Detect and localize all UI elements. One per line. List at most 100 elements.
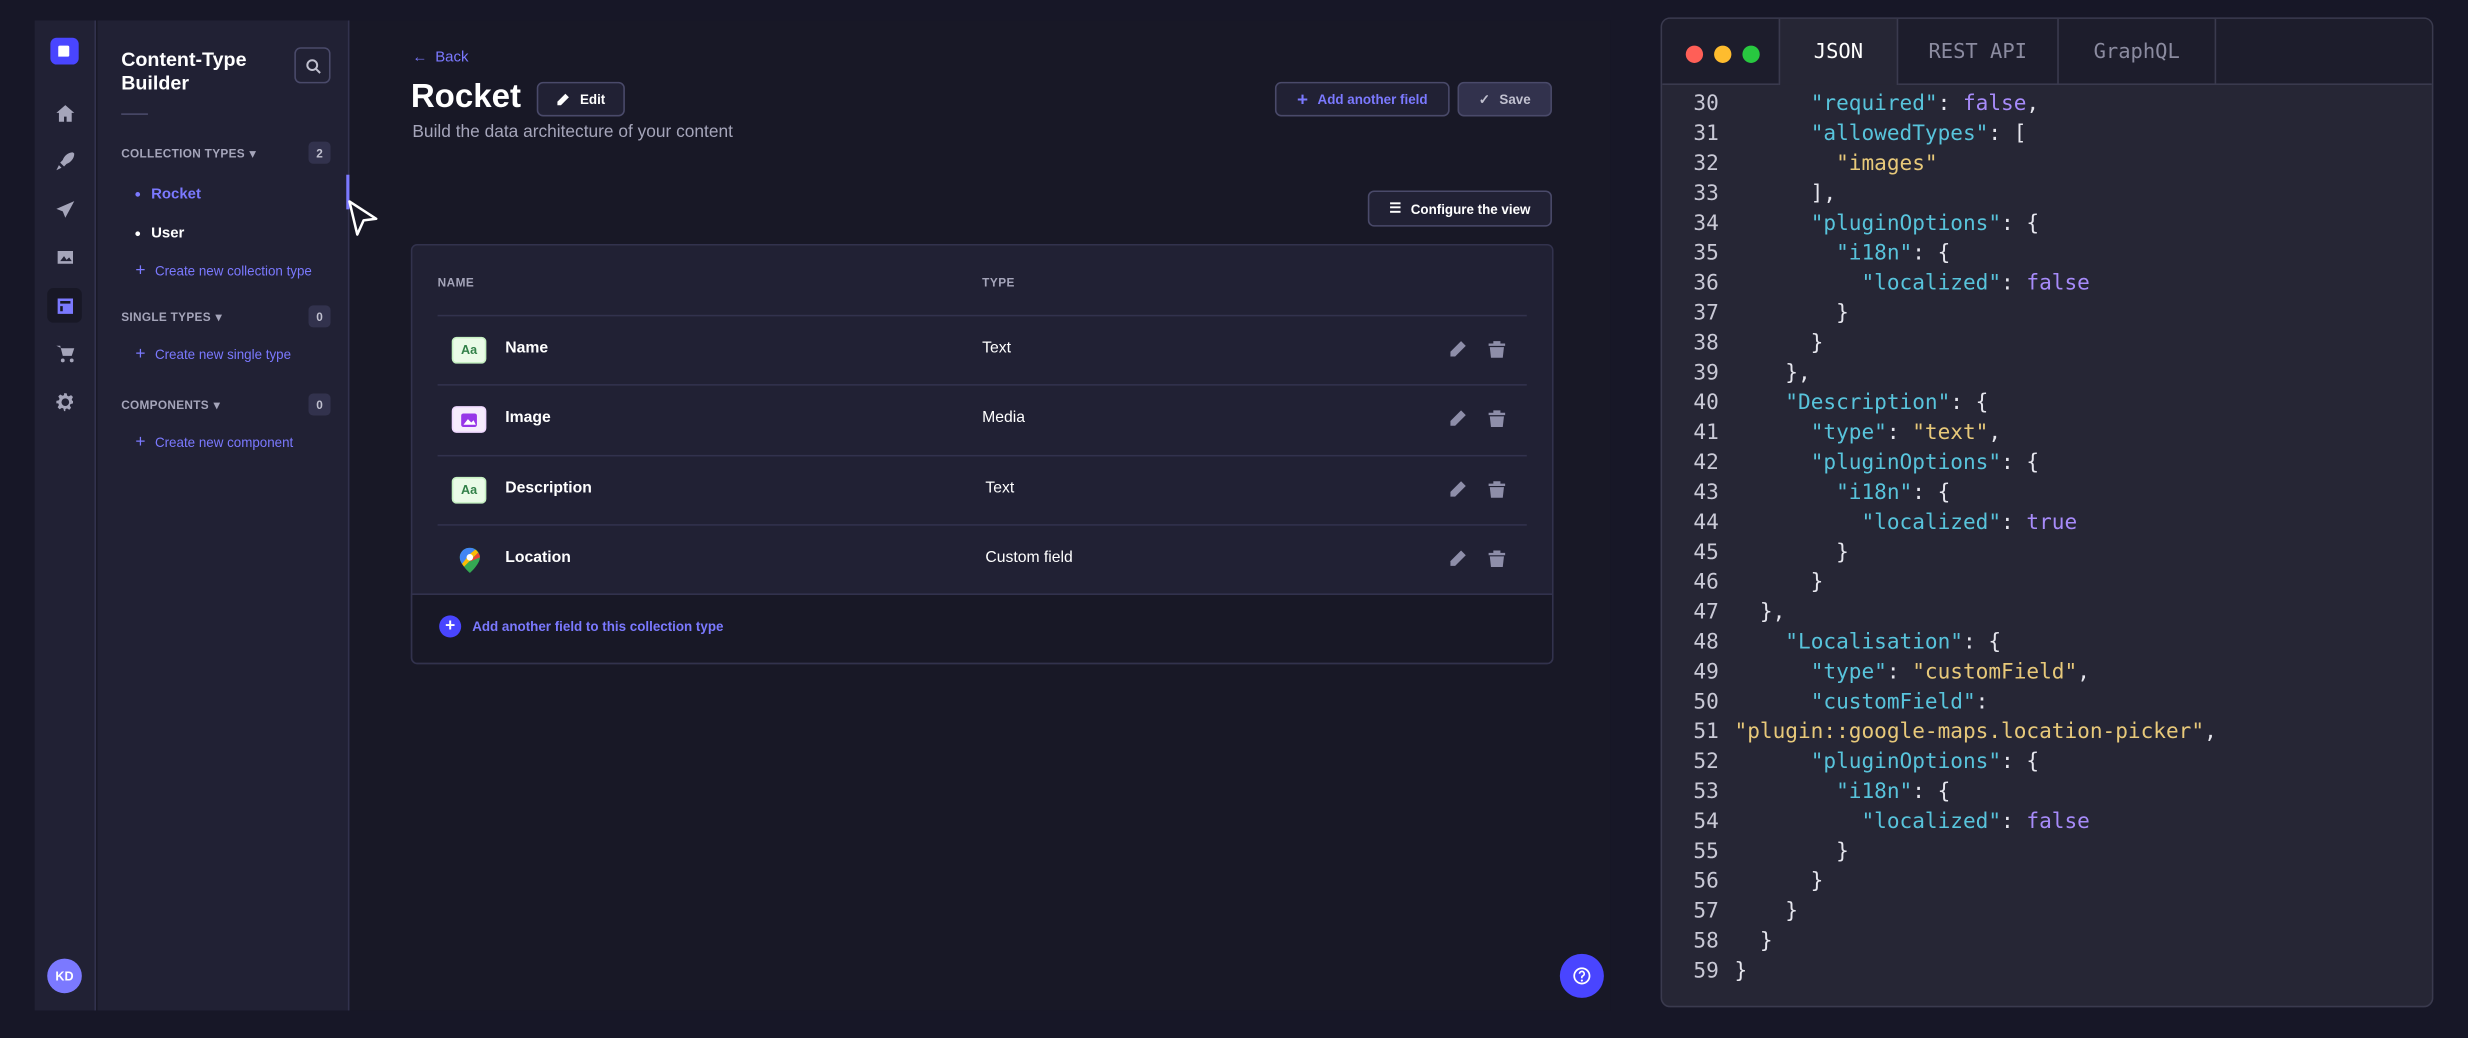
line-number: 56 — [1693, 870, 1719, 895]
chevron-down-icon: ▾ — [215, 310, 222, 325]
line-number: 44 — [1693, 511, 1719, 536]
divider — [121, 113, 148, 115]
tab-graphql[interactable]: GraphQL — [2059, 18, 2217, 85]
line-content: "pluginOptions": { — [1810, 750, 2040, 775]
sidebar-item-label: Rocket — [151, 185, 201, 204]
configure-view-button[interactable]: ☰ Configure the view — [1367, 190, 1552, 227]
content-type-builder-icon[interactable] — [47, 288, 82, 323]
create-single-type-link[interactable]: + Create new single type — [135, 344, 292, 364]
line-content: } — [1734, 302, 1849, 326]
line-content: } — [1734, 332, 1824, 356]
pencil-icon[interactable] — [1448, 480, 1467, 499]
pencil-icon — [558, 92, 570, 105]
add-another-field-button[interactable]: + Add another field — [1274, 81, 1450, 117]
section-components[interactable]: COMPONENTS ▾ — [121, 398, 220, 412]
create-component-link[interactable]: + Create new component — [135, 432, 294, 452]
column-header-type: TYPE — [982, 275, 1015, 290]
section-single-types[interactable]: SINGLE TYPES ▾ — [121, 310, 222, 324]
window-controls — [1685, 45, 1760, 63]
line-number: 49 — [1693, 661, 1719, 685]
trash-icon[interactable] — [1487, 409, 1506, 428]
back-label: Back — [435, 48, 469, 67]
tab-rest-api[interactable]: REST API — [1898, 18, 2059, 85]
pencil-icon[interactable] — [1448, 549, 1467, 568]
code-line: 32 "images" — [1662, 150, 2432, 180]
line-content: ], — [1734, 182, 1837, 207]
media-field-icon — [451, 406, 487, 433]
plus-icon: + — [135, 432, 146, 452]
bullet-icon — [135, 231, 141, 237]
code-line: 56 } — [1662, 867, 2432, 897]
settings-icon[interactable] — [47, 384, 82, 419]
plus-circle-icon: + — [439, 615, 462, 638]
media-library-icon[interactable] — [47, 239, 82, 274]
pencil-icon[interactable] — [1448, 340, 1467, 359]
code-window-header: JSON REST API GraphQL — [1662, 18, 2432, 85]
section-label: COMPONENTS — [121, 398, 209, 413]
marketplace-icon[interactable] — [47, 335, 82, 370]
line-number: 33 — [1693, 182, 1719, 207]
table-row[interactable]: Aa Description Text — [437, 454, 1527, 524]
line-number: 51 — [1693, 720, 1719, 745]
plus-icon: + — [135, 261, 146, 281]
create-label: Create new component — [154, 434, 294, 451]
back-link[interactable]: ← Back — [412, 49, 468, 66]
section-collection-types[interactable]: COLLECTION TYPES ▾ — [121, 146, 256, 160]
save-button[interactable]: ✓ Save — [1457, 81, 1552, 117]
content-manager-icon[interactable] — [47, 143, 82, 178]
line-content: } — [1734, 870, 1824, 895]
line-content: } — [1734, 541, 1849, 566]
code-line: 37 } — [1662, 299, 2432, 329]
text-field-icon: Aa — [451, 476, 487, 504]
trash-icon[interactable] — [1487, 340, 1506, 359]
question-icon — [1573, 967, 1591, 985]
line-content: }, — [1734, 601, 1786, 625]
maximize-window-icon[interactable] — [1742, 45, 1760, 63]
field-type: Text — [982, 339, 1012, 358]
line-content: "i18n": { — [1836, 780, 1951, 805]
line-content: "type": "text", — [1810, 421, 2002, 446]
main-nav-rail: KD — [34, 20, 97, 1011]
line-content: "allowedTypes": [ — [1810, 122, 2027, 147]
subnav-search-button[interactable] — [294, 47, 331, 84]
minimize-window-icon[interactable] — [1714, 45, 1732, 63]
edit-label: Edit — [579, 91, 606, 108]
trash-icon[interactable] — [1487, 480, 1506, 499]
edit-button[interactable]: Edit — [536, 81, 625, 117]
add-field-to-collection-button[interactable]: + Add another field to this collection t… — [439, 615, 723, 638]
trash-icon[interactable] — [1487, 549, 1506, 568]
tab-json[interactable]: JSON — [1778, 18, 1899, 85]
user-avatar[interactable]: KD — [47, 958, 82, 994]
line-number: 59 — [1693, 960, 1719, 984]
line-number: 30 — [1693, 92, 1719, 117]
add-field-label: Add another field — [1317, 91, 1428, 108]
code-line: 39 }, — [1662, 359, 2432, 389]
code-line: 49 "type": "customField", — [1662, 658, 2432, 688]
line-number: 47 — [1693, 601, 1719, 625]
close-window-icon[interactable] — [1685, 45, 1704, 63]
line-number: 32 — [1693, 152, 1719, 177]
sidebar-item-rocket[interactable]: Rocket — [135, 186, 201, 203]
line-content: "pluginOptions": { — [1810, 212, 2040, 237]
sidebar-item-user[interactable]: User — [135, 225, 184, 242]
chevron-down-icon: ▾ — [213, 398, 220, 413]
line-number: 54 — [1693, 810, 1719, 835]
code-line: 45 } — [1662, 538, 2432, 568]
pencil-icon[interactable] — [1448, 409, 1467, 428]
content-type-builder-subnav: Content-Type Builder COLLECTION TYPES ▾ … — [97, 20, 350, 1011]
table-row[interactable]: Aa Name Text — [437, 314, 1527, 384]
code-line: 59} — [1662, 957, 2432, 987]
table-row[interactable]: Image Media — [437, 384, 1527, 453]
plus-icon: + — [135, 344, 146, 364]
strapi-logo-icon[interactable] — [50, 37, 79, 65]
table-row[interactable]: Location Custom field — [437, 524, 1527, 593]
deploy-icon[interactable] — [47, 192, 82, 227]
help-button[interactable] — [1559, 953, 1604, 998]
home-icon[interactable] — [47, 96, 82, 131]
line-content: } — [1734, 960, 1748, 984]
create-collection-type-link[interactable]: + Create new collection type — [135, 261, 312, 281]
arrow-left-icon: ← — [412, 48, 428, 67]
line-number: 52 — [1693, 750, 1719, 775]
code-line: 57 } — [1662, 897, 2432, 927]
create-label: Create new single type — [154, 346, 292, 363]
